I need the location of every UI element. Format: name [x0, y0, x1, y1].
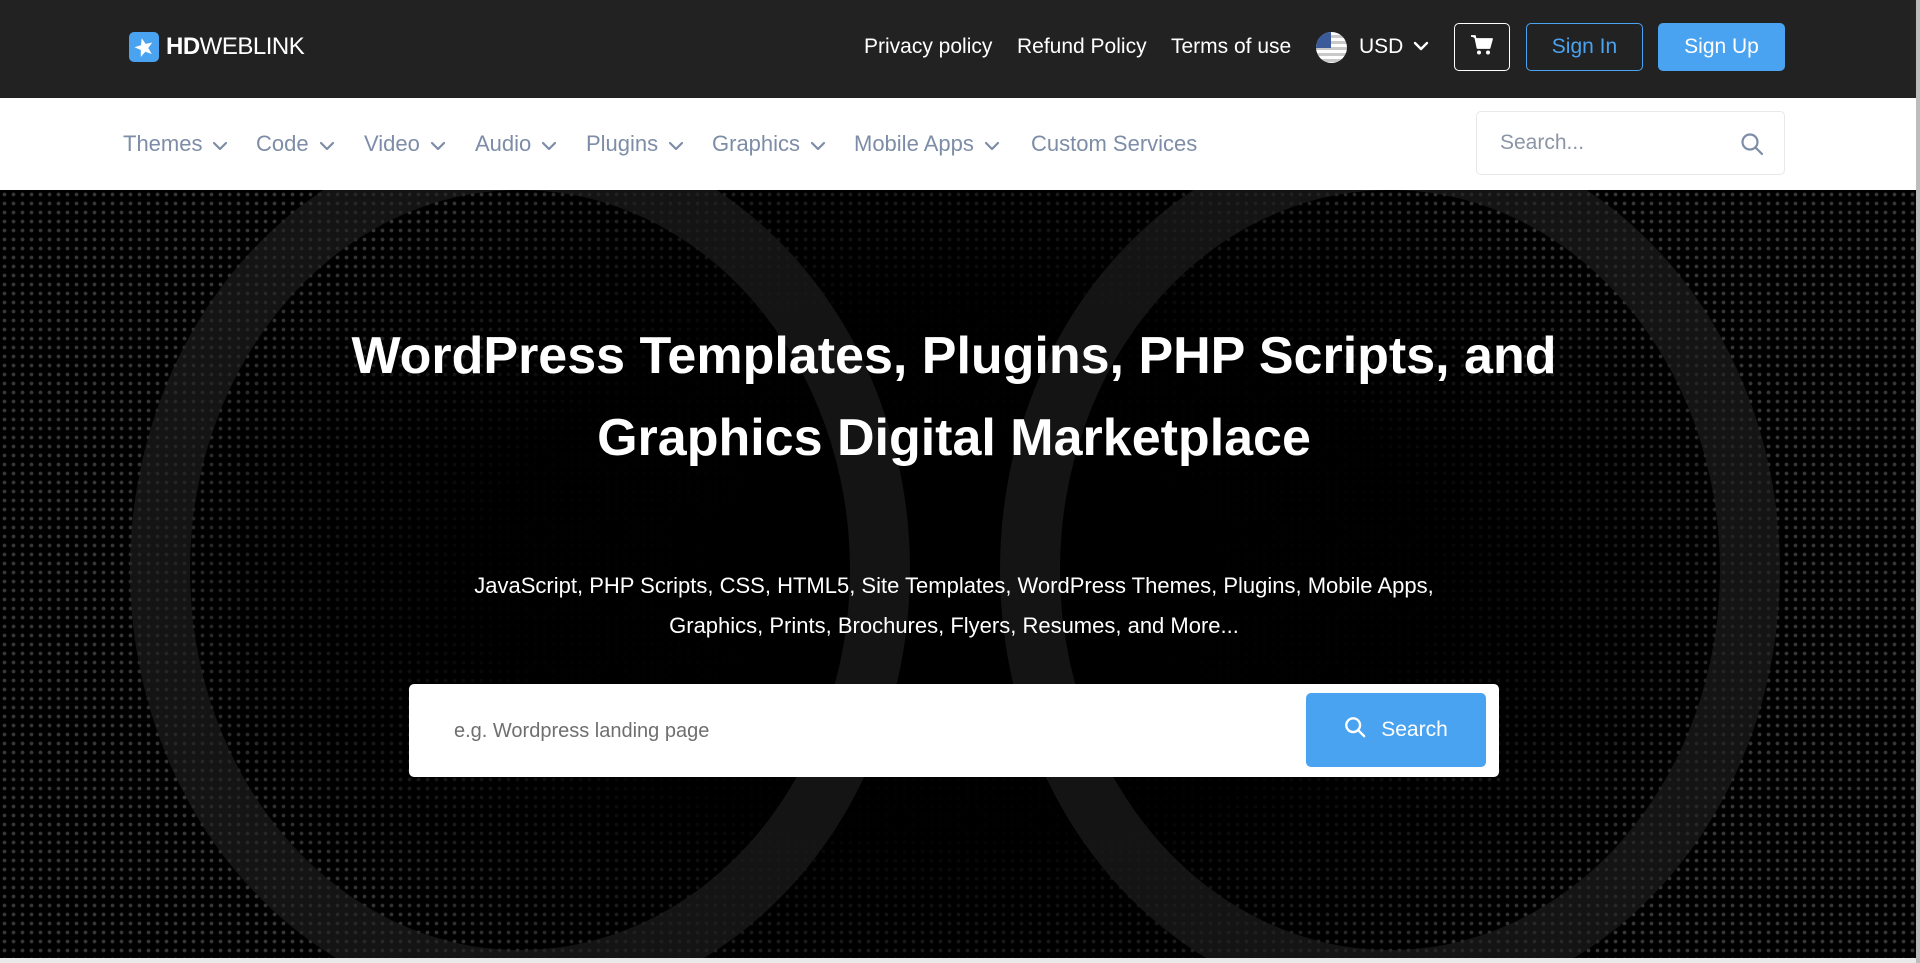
hero-title-line: WordPress Templates, Plugins, PHP Script… [351, 327, 1557, 385]
header-search-input[interactable] [1500, 131, 1730, 155]
nav-item-custom-services[interactable]: Custom Services [1031, 131, 1197, 157]
site-logo[interactable]: HDWEBLINK [129, 31, 305, 63]
hero-search-button[interactable]: Search [1306, 693, 1486, 767]
cart-button[interactable] [1454, 23, 1510, 71]
star-icon [129, 32, 159, 62]
nav-item-mobile-apps[interactable]: Mobile Apps [854, 131, 1000, 157]
search-icon[interactable] [1740, 132, 1764, 161]
nav-item-label: Audio [475, 131, 532, 156]
us-flag-icon [1316, 31, 1347, 63]
hero-search-button-label: Search [1381, 718, 1448, 741]
nav-item-label: Code [256, 131, 309, 156]
header-search-box [1476, 111, 1785, 175]
currency-selector[interactable]: USD [1316, 30, 1429, 64]
nav-item-plugins[interactable]: Plugins [586, 131, 684, 157]
chevron-down-icon [1413, 38, 1429, 56]
chevron-down-icon [430, 131, 446, 157]
top-bar: HDWEBLINK Privacy policy Refund Policy T… [0, 0, 1916, 98]
nav-item-label: Plugins [586, 131, 659, 156]
nav-item-themes[interactable]: Themes [123, 131, 228, 157]
hero-title: WordPress Templates, Plugins, PHP Script… [0, 315, 1908, 479]
chevron-down-icon [212, 131, 228, 157]
nav-item-code[interactable]: Code [256, 131, 335, 157]
scrollbar-thumb[interactable] [1916, 0, 1920, 963]
hero-search-box: Search [409, 684, 1499, 777]
currency-label: USD [1359, 35, 1404, 58]
hero-subtitle-line: JavaScript, PHP Scripts, CSS, HTML5, Sit… [474, 573, 1434, 598]
privacy-policy-link[interactable]: Privacy policy [864, 35, 992, 59]
hero-subtitle-line: Graphics, Prints, Brochures, Flyers, Res… [669, 613, 1239, 638]
page-scrollbar[interactable] [1916, 0, 1920, 963]
nav-item-label: Mobile Apps [854, 131, 974, 156]
cart-icon [1470, 34, 1494, 61]
nav-item-label: Video [364, 131, 420, 156]
search-icon [1344, 716, 1366, 744]
chevron-down-icon [541, 131, 557, 157]
hero-banner: WordPress Templates, Plugins, PHP Script… [0, 190, 1916, 958]
hero-search-input[interactable] [454, 714, 1274, 748]
nav-item-video[interactable]: Video [364, 131, 446, 157]
nav-item-label: Themes [123, 131, 203, 156]
category-nav: Themes Code Video Audio Plugins Graphics… [0, 98, 1916, 190]
page-bottom-edge [0, 958, 1916, 963]
chevron-down-icon [984, 131, 1000, 157]
hero-title-line: Graphics Digital Marketplace [597, 409, 1311, 467]
sign-in-button[interactable]: Sign In [1526, 23, 1643, 71]
chevron-down-icon [668, 131, 684, 157]
logo-wordmark: HDWEBLINK [166, 33, 305, 60]
sign-up-button[interactable]: Sign Up [1658, 23, 1785, 71]
terms-of-use-link[interactable]: Terms of use [1171, 35, 1291, 59]
nav-item-label: Custom Services [1031, 131, 1198, 156]
hero-subtitle: JavaScript, PHP Scripts, CSS, HTML5, Sit… [0, 566, 1908, 646]
refund-policy-link[interactable]: Refund Policy [1017, 35, 1147, 59]
nav-item-label: Graphics [712, 131, 801, 156]
chevron-down-icon [810, 131, 826, 157]
nav-item-audio[interactable]: Audio [475, 131, 557, 157]
nav-item-graphics[interactable]: Graphics [712, 131, 826, 157]
chevron-down-icon [319, 131, 335, 157]
